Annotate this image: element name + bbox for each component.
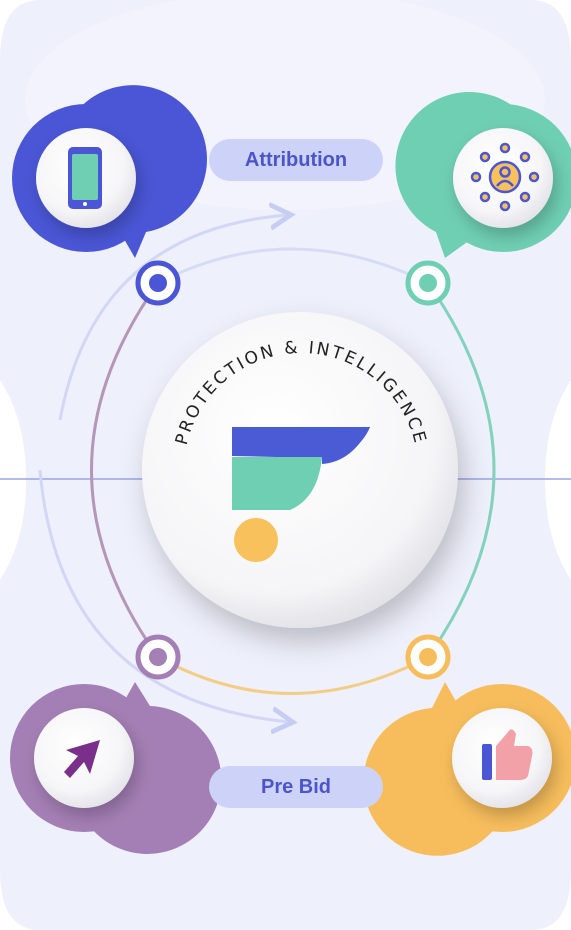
center-core: PROTECTION & INTELLIGENCE — [142, 312, 458, 628]
attribution-label: Attribution — [209, 139, 383, 181]
phone-icon — [68, 147, 102, 209]
pre-bid-label: Pre Bid — [209, 766, 383, 808]
junction-bottom-right — [405, 634, 451, 680]
junction-top-right — [405, 260, 451, 306]
junction-bottom-left — [135, 634, 181, 680]
junction-top-left — [135, 260, 181, 306]
